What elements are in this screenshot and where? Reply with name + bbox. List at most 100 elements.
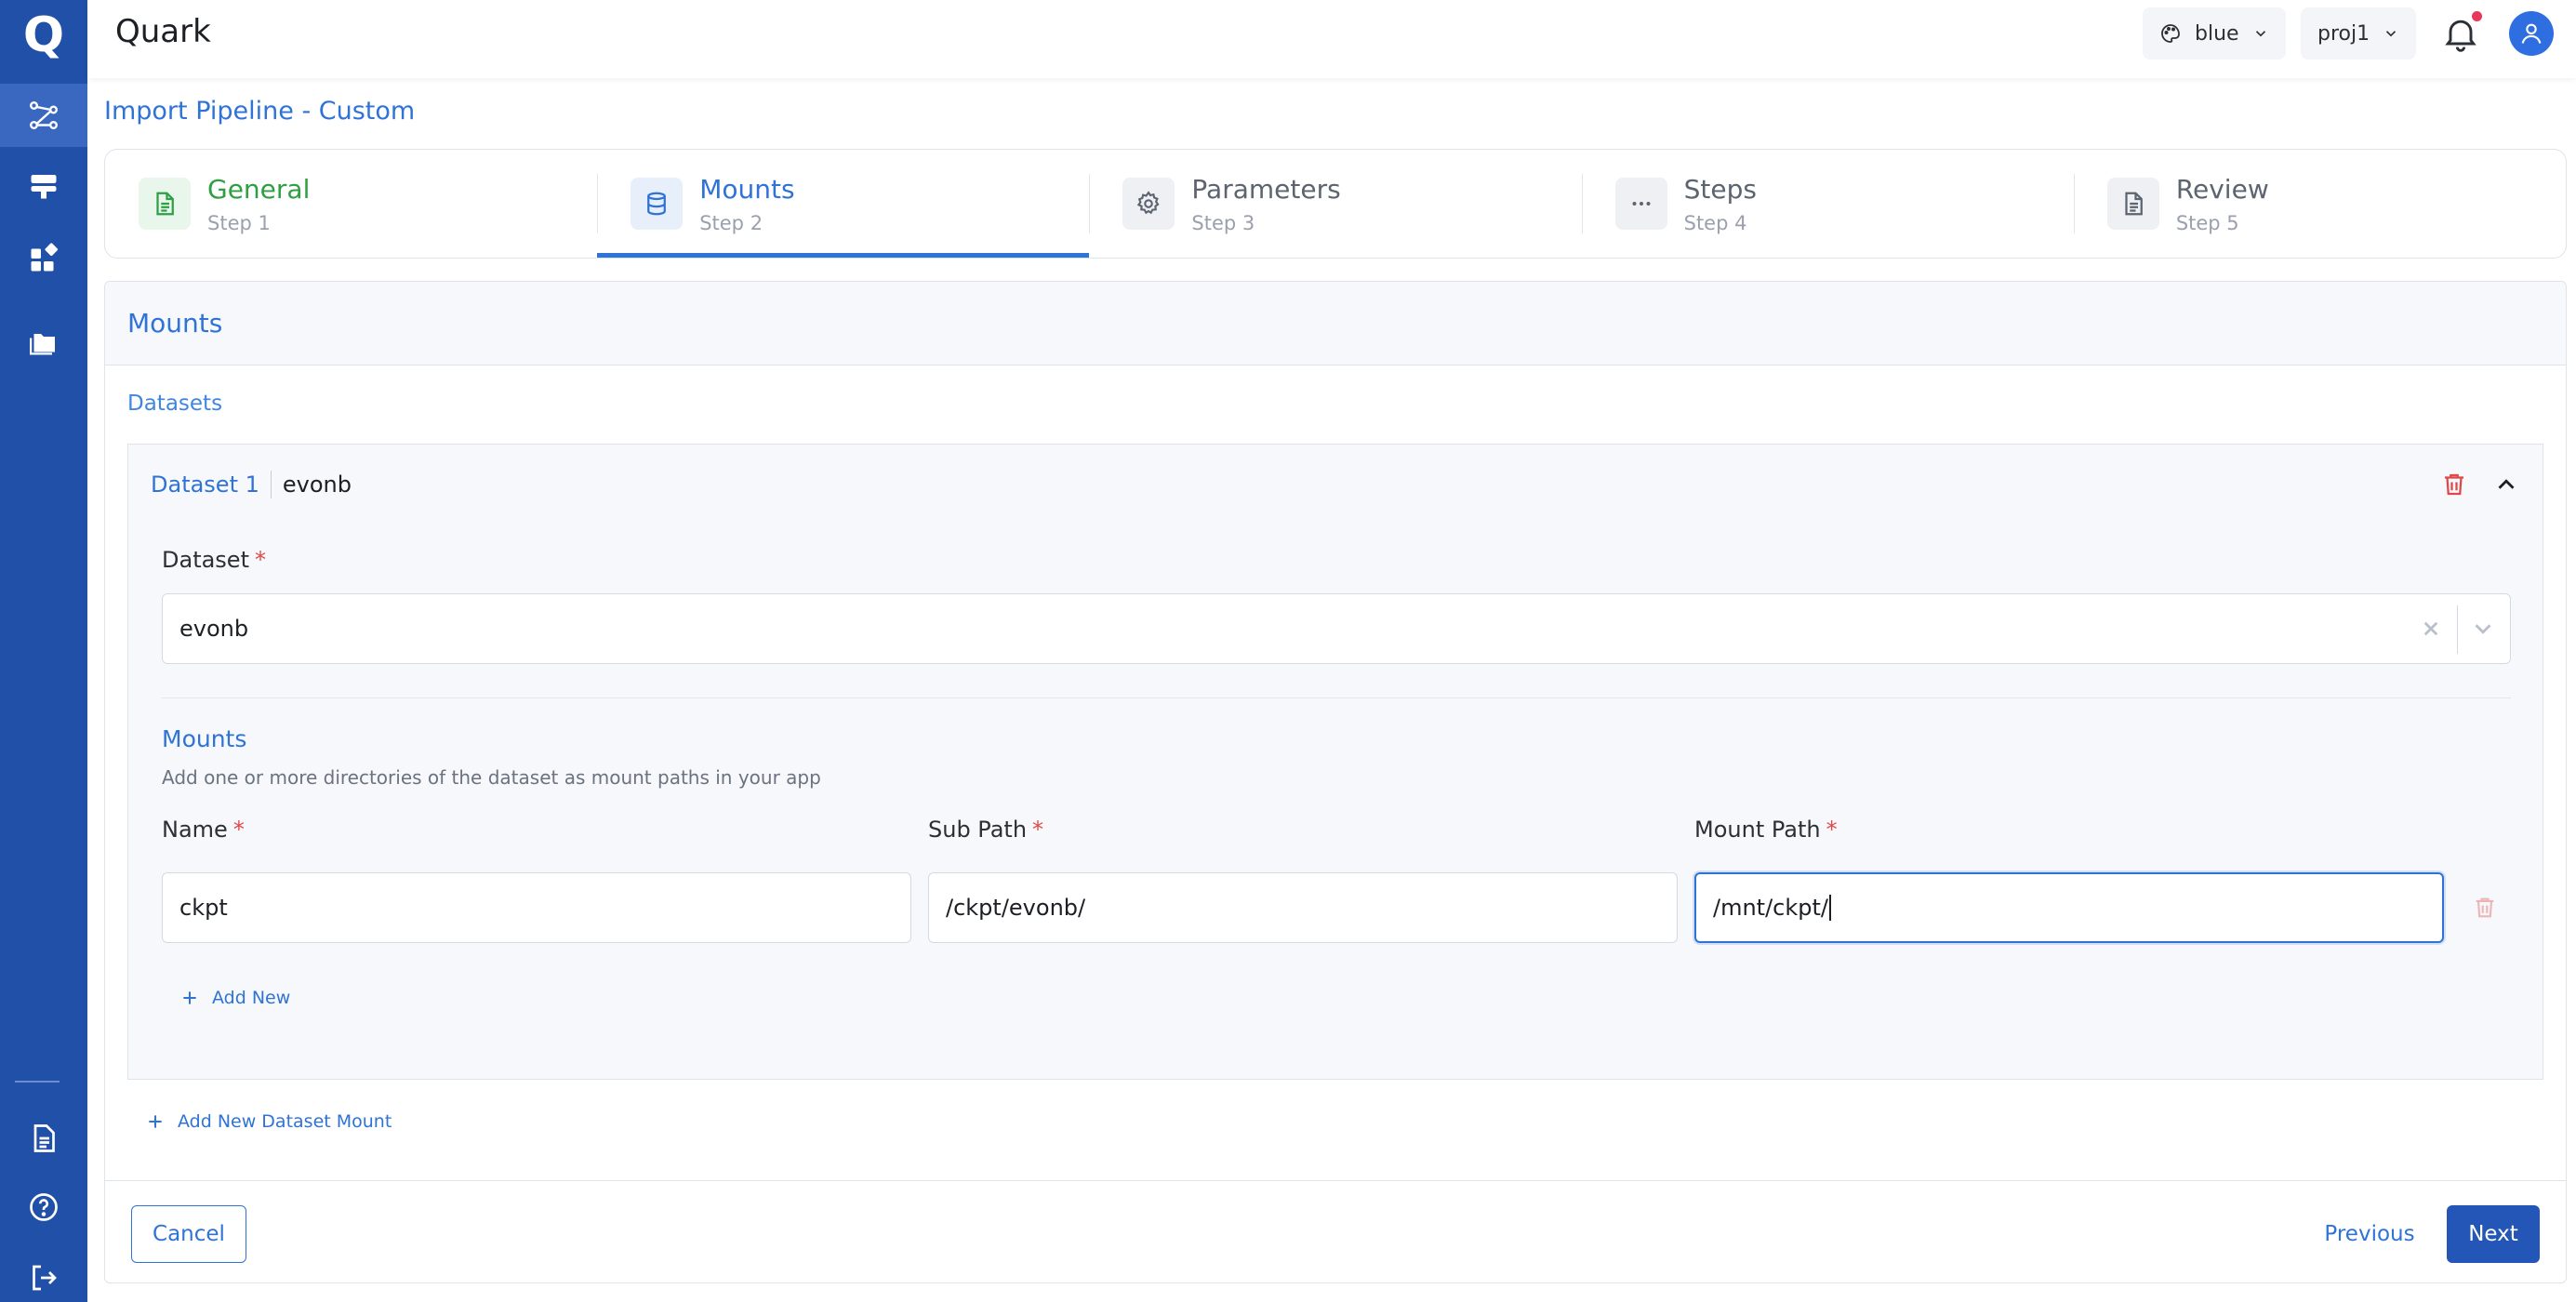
logout-icon <box>33 1265 57 1291</box>
dataset-field-label: Dataset * <box>162 547 266 573</box>
name-column-label: Name * <box>162 817 245 843</box>
chevron-down-icon <box>2386 31 2397 37</box>
mount-name-input[interactable]: ckpt <box>162 872 911 943</box>
dataset-name: evonb <box>282 472 352 498</box>
add-mount-label: Add New <box>212 988 291 1008</box>
required-marker: * <box>1032 817 1044 843</box>
card-title: Mounts <box>105 282 2566 365</box>
nav-servers[interactable] <box>0 154 87 218</box>
step-icon-box <box>139 178 191 230</box>
step-label: Steps <box>1683 173 1757 205</box>
plus-icon <box>149 1115 162 1128</box>
step-parameters[interactable]: Parameters Step 3 <box>1089 150 1581 258</box>
step-number: Step 5 <box>2175 211 2239 234</box>
text-cursor <box>1829 895 1831 921</box>
dataset-index: Dataset 1 <box>151 472 259 498</box>
step-icon-box <box>1614 178 1667 230</box>
database-icon <box>647 192 667 216</box>
card-footer: Cancel Previous Next <box>105 1180 2566 1282</box>
nav-help[interactable] <box>0 1176 87 1239</box>
step-mounts[interactable]: Mounts Step 2 <box>597 150 1090 258</box>
chevron-down-icon[interactable] <box>2469 615 2497 643</box>
mounts-description: Add one or more directories of the datas… <box>162 766 821 789</box>
nav-docs[interactable] <box>0 1107 87 1170</box>
help-icon <box>30 1193 58 1221</box>
next-button[interactable]: Next <box>2447 1205 2540 1263</box>
mount-path-label-text: Mount Path <box>1694 817 1821 843</box>
apps-icon <box>31 243 59 272</box>
nav-apps[interactable] <box>0 227 87 290</box>
add-mount-button[interactable]: Add New <box>180 988 290 1008</box>
mounts-card: Mounts Datasets Dataset 1 evonb Dataset *… <box>104 281 2567 1283</box>
trash-icon[interactable] <box>2440 471 2468 498</box>
sub-path-column-label: Sub Path * <box>928 817 1043 843</box>
header-separator <box>270 471 272 498</box>
step-number: Step 2 <box>699 211 764 234</box>
dataset-label-text: Dataset <box>162 547 249 573</box>
mounts-subtitle: Mounts <box>162 725 247 752</box>
trash-icon[interactable] <box>2472 895 2498 921</box>
server-icon <box>31 175 57 199</box>
step-icon-box <box>2106 178 2159 230</box>
mount-path-input[interactable]: /mnt/ckpt/ <box>1694 872 2444 943</box>
step-label: Review <box>2175 173 2269 205</box>
dataset-header[interactable]: Dataset 1 evonb <box>151 471 352 498</box>
document-icon <box>2125 192 2143 216</box>
mount-name-value: ckpt <box>179 895 228 921</box>
nav-logout[interactable] <box>0 1246 87 1302</box>
cancel-button[interactable]: Cancel <box>131 1205 246 1263</box>
step-label: Parameters <box>1191 173 1341 205</box>
sub-path-label-text: Sub Path <box>928 817 1028 843</box>
wizard-stepper: General Step 1 Mounts Step 2 Parameters … <box>104 149 2567 259</box>
select-divider <box>2457 605 2458 654</box>
user-avatar[interactable] <box>2509 11 2554 56</box>
step-number: Step 4 <box>1683 211 1747 234</box>
document-icon <box>33 1124 55 1152</box>
required-marker: * <box>254 547 266 573</box>
dataset-select-value: evonb <box>179 616 249 642</box>
theme-label: blue <box>2195 21 2239 46</box>
mount-path-value: /mnt/ckpt/ <box>1713 895 1828 921</box>
required-marker: * <box>232 817 245 843</box>
dataset-panel: Dataset 1 evonb Dataset * evonb Mounts Ad… <box>127 444 2543 1080</box>
previous-button[interactable]: Previous <box>2309 1205 2430 1263</box>
notification-badge <box>2472 11 2482 21</box>
nav-pipelines[interactable] <box>0 84 87 147</box>
clear-icon[interactable] <box>2417 615 2445 643</box>
folder-icon <box>30 334 55 355</box>
gear-icon <box>1137 191 1161 215</box>
step-label: General <box>207 173 311 205</box>
mount-path-column-label: Mount Path * <box>1694 817 1838 843</box>
step-review[interactable]: Review Step 5 <box>2073 150 2566 258</box>
step-general[interactable]: General Step 1 <box>105 150 597 258</box>
step-number: Step 3 <box>1191 211 1255 234</box>
step-steps[interactable]: Steps Step 4 <box>1581 150 2074 258</box>
sidebar-divider <box>15 1081 60 1083</box>
sidebar: Q <box>0 0 87 1302</box>
ellipsis-icon <box>1632 202 1651 206</box>
project-label: proj1 <box>2317 21 2370 46</box>
sub-path-value: /ckpt/evonb/ <box>946 895 1086 921</box>
add-dataset-mount-label: Add New Dataset Mount <box>178 1111 392 1132</box>
page-title: Import Pipeline - Custom <box>104 97 416 126</box>
project-selector[interactable]: proj1 <box>2301 7 2417 60</box>
chevron-down-icon <box>2255 31 2265 37</box>
datasets-label: Datasets <box>127 392 223 416</box>
dataset-select[interactable]: evonb <box>162 593 2511 664</box>
user-icon <box>2521 23 2542 44</box>
step-icon-box <box>1122 178 1175 230</box>
app-title: Quark <box>115 13 211 50</box>
add-dataset-mount-button[interactable]: Add New Dataset Mount <box>146 1111 392 1132</box>
document-icon <box>156 192 174 216</box>
chevron-up-icon[interactable] <box>2492 471 2520 498</box>
topbar: Quark blue proj1 <box>87 0 2576 78</box>
nav-files[interactable] <box>0 311 87 374</box>
step-number: Step 1 <box>207 211 271 234</box>
palette-icon <box>2161 24 2180 43</box>
theme-selector[interactable]: blue <box>2143 7 2286 60</box>
sub-path-input[interactable]: /ckpt/evonb/ <box>928 872 1678 943</box>
step-icon-box <box>631 178 684 230</box>
plus-icon <box>183 991 196 1004</box>
name-label-text: Name <box>162 817 228 843</box>
app-logo[interactable]: Q <box>0 0 87 71</box>
